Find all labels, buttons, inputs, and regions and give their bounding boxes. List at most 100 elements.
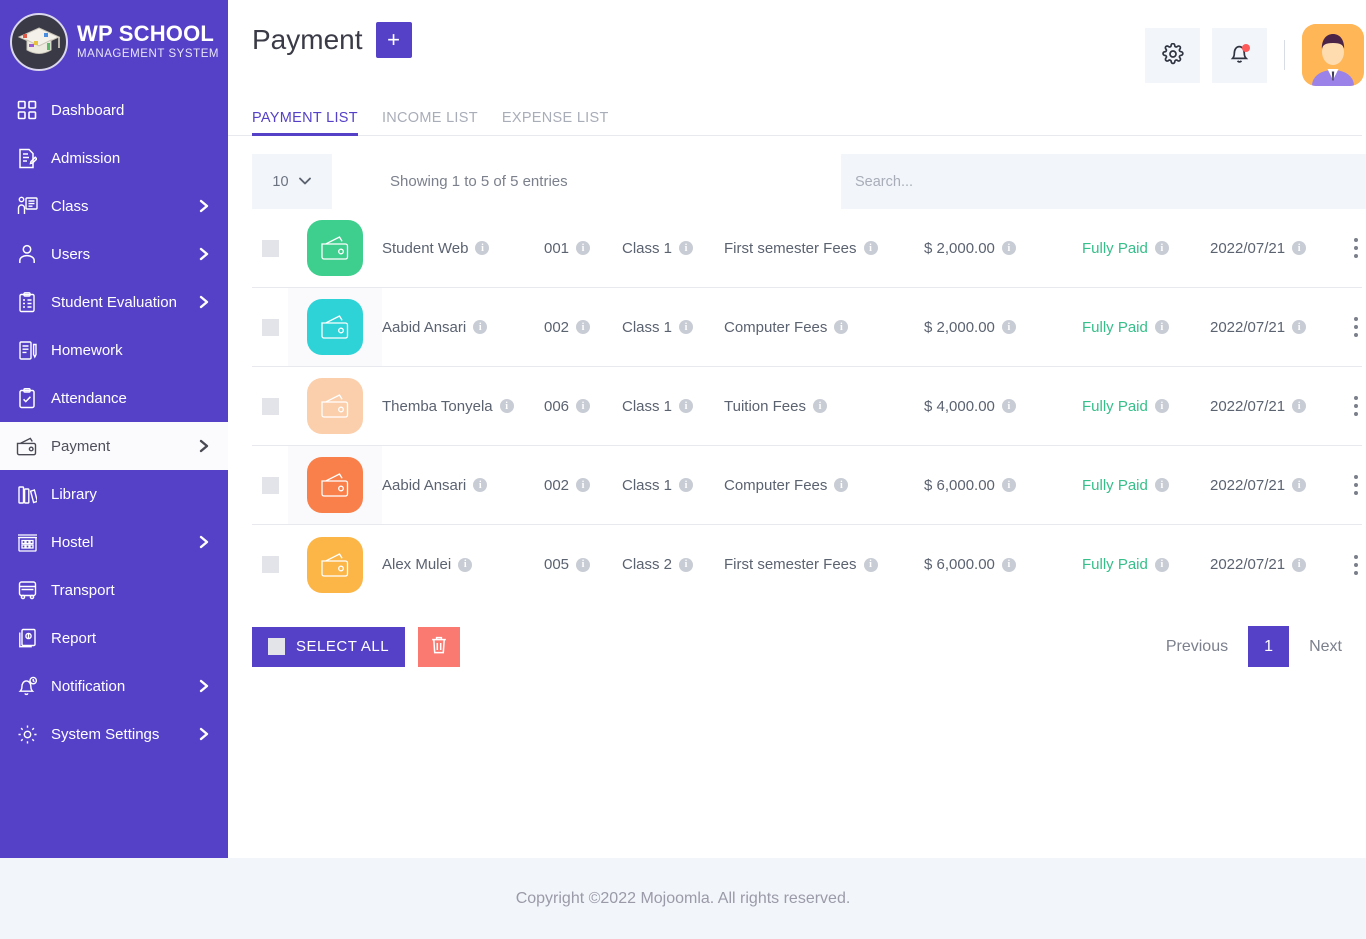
row-checkbox[interactable] bbox=[261, 397, 279, 415]
notifications-button[interactable] bbox=[1212, 27, 1267, 83]
info-icon[interactable]: i bbox=[576, 241, 591, 255]
kebab-menu-icon[interactable] bbox=[1350, 471, 1362, 499]
table-row[interactable]: Aabid Ansari i 002 i Class 1 i Computer Fee… bbox=[252, 288, 1362, 367]
info-icon[interactable]: i bbox=[679, 241, 694, 255]
brand-header[interactable]: WP SCHOOL MANAGEMENT SYSTEM bbox=[0, 0, 228, 84]
row-checkbox[interactable] bbox=[261, 239, 279, 257]
select-all-button[interactable]: SELECT ALL bbox=[252, 626, 406, 667]
info-icon[interactable]: i bbox=[499, 399, 514, 413]
add-payment-button[interactable]: + bbox=[375, 22, 412, 58]
table-row[interactable]: Student Web i 001 i Class 1 i First semeste… bbox=[252, 209, 1362, 288]
sidebar-item-homework[interactable]: Homework bbox=[0, 326, 228, 374]
settings-button[interactable] bbox=[1145, 27, 1200, 83]
row-date-text: 2022/07/21 bbox=[1210, 318, 1286, 336]
row-checkbox[interactable] bbox=[261, 476, 279, 494]
pagination-page-1[interactable]: 1 bbox=[1248, 626, 1290, 667]
info-icon[interactable]: i bbox=[679, 557, 694, 572]
info-icon[interactable]: i bbox=[473, 478, 488, 492]
sidebar-item-class[interactable]: Class bbox=[0, 182, 228, 230]
info-icon[interactable]: i bbox=[1154, 399, 1169, 413]
sidebar-item-admission[interactable]: Admission bbox=[0, 134, 228, 182]
info-icon[interactable]: i bbox=[1292, 241, 1307, 255]
page-length-select[interactable]: 10 bbox=[252, 154, 332, 209]
row-amount: $ 6,000.00 i bbox=[924, 477, 1082, 494]
info-icon[interactable]: i bbox=[679, 399, 694, 413]
table-footer-controls: SELECT ALL Previous 1 Next bbox=[228, 604, 1366, 667]
topbar: Payment + bbox=[228, 0, 1366, 96]
info-icon[interactable]: i bbox=[1001, 478, 1016, 492]
info-icon[interactable]: i bbox=[1292, 399, 1307, 413]
wallet-icon bbox=[307, 457, 363, 513]
info-icon[interactable]: i bbox=[1292, 557, 1307, 572]
sidebar-item-label: System Settings bbox=[51, 725, 160, 743]
info-icon[interactable]: i bbox=[1001, 557, 1016, 572]
row-amount: $ 2,000.00 i bbox=[924, 319, 1082, 336]
info-icon[interactable]: i bbox=[863, 557, 878, 572]
info-icon[interactable]: i bbox=[576, 399, 591, 413]
kebab-menu-icon[interactable] bbox=[1350, 313, 1362, 341]
info-icon[interactable]: i bbox=[576, 557, 591, 572]
info-icon[interactable]: i bbox=[576, 320, 591, 334]
row-id-text: 002 bbox=[544, 318, 570, 336]
info-icon[interactable]: i bbox=[1001, 241, 1016, 255]
row-checkbox-cell bbox=[252, 318, 288, 336]
row-id: 002 i bbox=[544, 319, 622, 336]
info-icon[interactable]: i bbox=[679, 320, 694, 334]
kebab-menu-icon[interactable] bbox=[1350, 234, 1362, 262]
sidebar-item-student-evaluation[interactable]: Student Evaluation bbox=[0, 278, 228, 326]
sidebar-item-library[interactable]: Library bbox=[0, 470, 228, 518]
row-student-name: Aabid Ansari i bbox=[382, 477, 544, 494]
delete-selected-button[interactable] bbox=[418, 626, 461, 667]
sidebar-item-system-settings[interactable]: System Settings bbox=[0, 710, 228, 758]
info-icon[interactable]: i bbox=[812, 399, 827, 413]
sidebar-item-transport[interactable]: Transport bbox=[0, 566, 228, 614]
info-icon[interactable]: i bbox=[1154, 241, 1169, 255]
row-checkbox[interactable] bbox=[261, 556, 279, 573]
info-icon[interactable]: i bbox=[1154, 557, 1169, 572]
table-row[interactable]: Aabid Ansari i 002 i Class 1 i Computer Fee… bbox=[252, 446, 1362, 525]
tab-payment-list[interactable]: PAYMENT LIST bbox=[252, 110, 358, 136]
info-icon[interactable]: i bbox=[834, 320, 849, 334]
info-icon[interactable]: i bbox=[458, 557, 473, 572]
info-icon[interactable]: i bbox=[863, 241, 878, 255]
kebab-menu-icon[interactable] bbox=[1350, 551, 1362, 579]
sidebar-item-notification[interactable]: Notification bbox=[0, 662, 228, 710]
brand-title: WP SCHOOL bbox=[77, 21, 215, 47]
user-icon bbox=[12, 244, 42, 264]
sidebar-item-dashboard[interactable]: Dashboard bbox=[0, 86, 228, 134]
info-icon[interactable]: i bbox=[475, 241, 490, 255]
hotel-icon bbox=[12, 532, 42, 552]
row-amount-text: $ 2,000.00 bbox=[924, 239, 995, 257]
gear-icon bbox=[12, 724, 42, 745]
table-row[interactable]: Themba Tonyela i 006 i Class 1 i Tuition Fe… bbox=[252, 367, 1362, 446]
info-icon[interactable]: i bbox=[576, 478, 591, 492]
row-checkbox-cell bbox=[252, 397, 288, 415]
info-icon[interactable]: i bbox=[1001, 399, 1016, 413]
info-icon[interactable]: i bbox=[1292, 320, 1307, 334]
info-icon[interactable]: i bbox=[1292, 478, 1307, 492]
page-footer: Copyright ©2022 Mojoomla. All rights res… bbox=[0, 858, 1366, 939]
kebab-menu-icon[interactable] bbox=[1350, 392, 1362, 420]
row-student-name-text: Alex Mulei bbox=[382, 556, 452, 573]
tab-income-list[interactable]: INCOME LIST bbox=[382, 110, 478, 135]
sidebar-item-hostel[interactable]: Hostel bbox=[0, 518, 228, 566]
pagination-next[interactable]: Next bbox=[1289, 627, 1362, 667]
sidebar-item-payment[interactable]: Payment bbox=[0, 422, 228, 470]
info-icon[interactable]: i bbox=[679, 478, 694, 492]
row-amount-text: $ 2,000.00 bbox=[924, 318, 995, 336]
search-input[interactable] bbox=[841, 154, 1366, 209]
info-icon[interactable]: i bbox=[1001, 320, 1016, 334]
table-row[interactable]: Alex Mulei i 005 i Class 2 i First semester… bbox=[252, 525, 1362, 604]
info-icon[interactable]: i bbox=[834, 478, 849, 492]
info-icon[interactable]: i bbox=[1154, 478, 1169, 492]
sidebar-item-report[interactable]: Report bbox=[0, 614, 228, 662]
notification-badge-dot bbox=[1242, 43, 1250, 52]
pagination-previous[interactable]: Previous bbox=[1146, 627, 1248, 667]
row-checkbox[interactable] bbox=[261, 318, 279, 336]
tab-expense-list[interactable]: EXPENSE LIST bbox=[502, 110, 609, 135]
sidebar-item-users[interactable]: Users bbox=[0, 230, 228, 278]
avatar[interactable] bbox=[1302, 24, 1364, 86]
info-icon[interactable]: i bbox=[473, 320, 488, 334]
info-icon[interactable]: i bbox=[1154, 320, 1169, 334]
sidebar-item-attendance[interactable]: Attendance bbox=[0, 374, 228, 422]
